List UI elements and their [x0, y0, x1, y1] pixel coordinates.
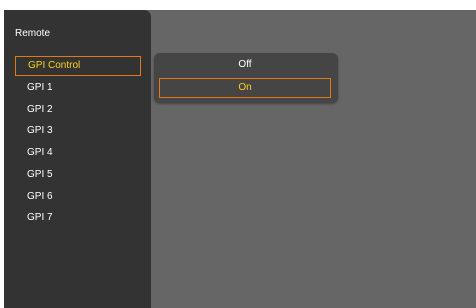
option-off[interactable]: Off: [159, 55, 331, 75]
sidebar-menu: GPI Control GPI 1 GPI 2 GPI 3 GPI 4 GPI …: [15, 56, 141, 230]
remote-settings-screen: Remote GPI Control GPI 1 GPI 2 GPI 3 GPI…: [4, 10, 476, 308]
sidebar-panel: Remote GPI Control GPI 1 GPI 2 GPI 3 GPI…: [4, 10, 151, 308]
page-title: Remote: [15, 28, 51, 39]
sidebar-item-gpi-1[interactable]: GPI 1: [15, 78, 141, 98]
sidebar-item-gpi-6[interactable]: GPI 6: [15, 187, 141, 207]
sidebar-item-gpi-5[interactable]: GPI 5: [15, 165, 141, 185]
sidebar-item-gpi-4[interactable]: GPI 4: [15, 143, 141, 163]
sidebar-item-gpi-3[interactable]: GPI 3: [15, 121, 141, 141]
option-on[interactable]: On: [159, 78, 331, 98]
sidebar-item-gpi-2[interactable]: GPI 2: [15, 100, 141, 120]
gpi-control-option-popup: Off On: [154, 53, 338, 103]
sidebar-item-gpi-control[interactable]: GPI Control: [15, 56, 141, 76]
sidebar-item-gpi-7[interactable]: GPI 7: [15, 208, 141, 228]
